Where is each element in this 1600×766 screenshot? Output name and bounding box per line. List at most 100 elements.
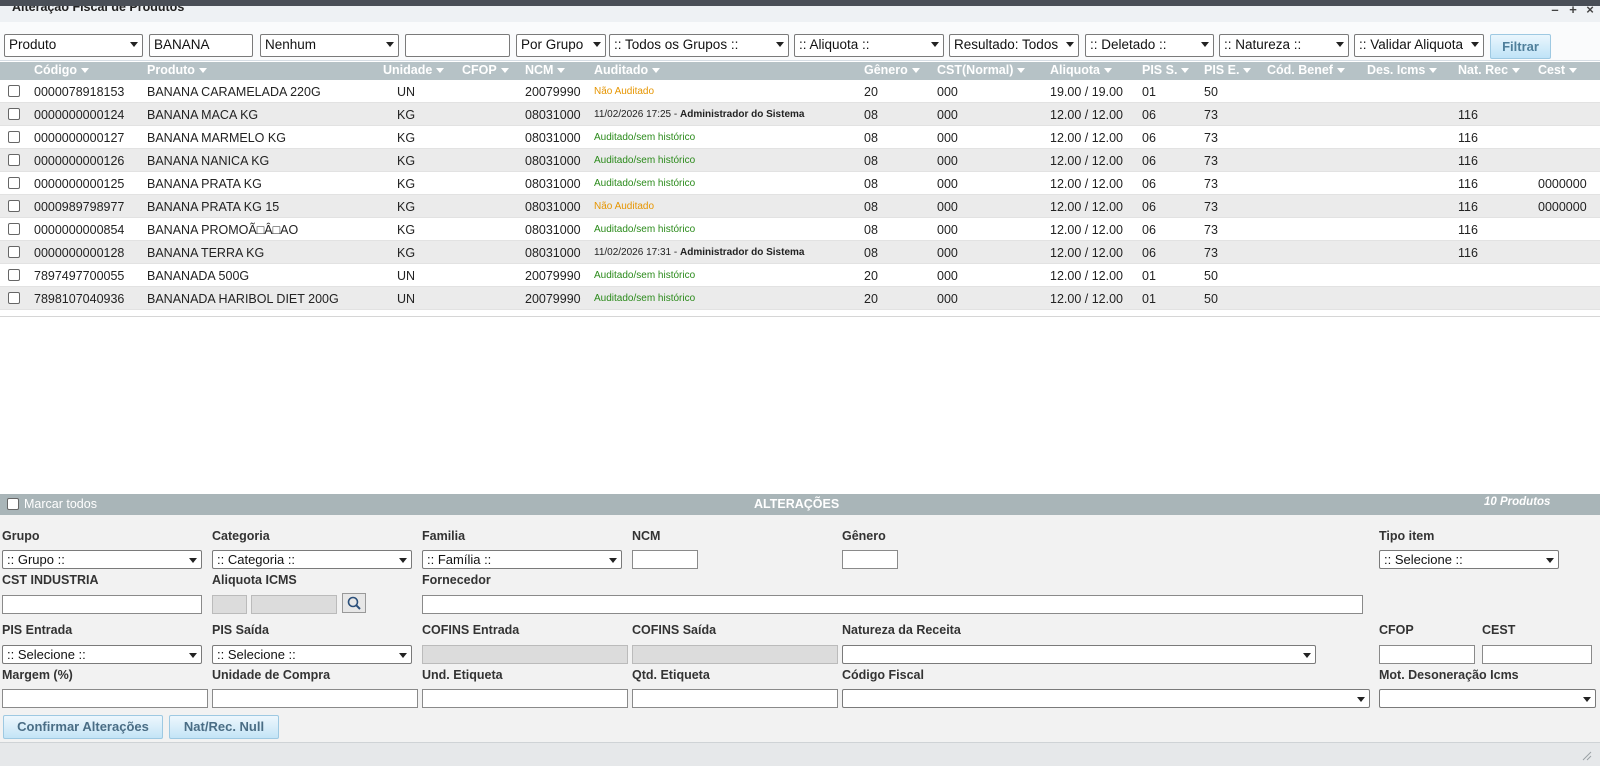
cell-auditado: Auditado/sem histórico <box>594 155 696 166</box>
col-ncm[interactable]: NCM <box>525 63 566 77</box>
cell-cst: 000 <box>937 154 958 168</box>
table-row[interactable]: 0000000000127 BANANA MARMELO KG KG 08031000… <box>0 126 1600 149</box>
cell-codigo: 0000000000128 <box>34 246 125 260</box>
row-checkbox[interactable] <box>8 246 20 258</box>
grupo-select[interactable]: :: Grupo :: <box>2 550 202 569</box>
close-icon[interactable]: × <box>1583 6 1597 17</box>
table-row[interactable]: 0000000000124 BANANA MACA KG KG 08031000 08 0… <box>0 103 1600 126</box>
cfop-input[interactable] <box>1379 645 1475 664</box>
col-cfop[interactable]: CFOP <box>462 63 509 77</box>
col-label: PIS E. <box>1204 63 1240 77</box>
chevron-down-icon <box>593 42 601 47</box>
natrec-null-button[interactable]: Nat/Rec. Null <box>169 715 279 739</box>
col-pis-s[interactable]: PIS S. <box>1142 63 1190 77</box>
cst-industria-input[interactable] <box>2 595 202 614</box>
categoria-select[interactable]: :: Categoria :: <box>212 550 412 569</box>
resize-grip-icon[interactable] <box>1580 749 1592 761</box>
aliquota-select[interactable]: :: Aliquota :: <box>794 34 944 57</box>
sort-down-icon <box>436 68 445 74</box>
mot-desoneracao-select[interactable] <box>1379 689 1596 708</box>
sort-down-icon <box>1336 68 1345 74</box>
cell-pis-s: 06 <box>1142 223 1156 237</box>
col-des-icms[interactable]: Des. Icms <box>1367 63 1438 77</box>
row-checkbox[interactable] <box>8 108 20 120</box>
col-codigo[interactable]: Código <box>34 63 90 77</box>
row-checkbox[interactable] <box>8 292 20 304</box>
col-unidade[interactable]: Unidade <box>383 63 445 77</box>
natureza-receita-select[interactable] <box>842 645 1316 664</box>
table-row[interactable]: 0000000000126 BANANA NANICA KG KG 08031000 0… <box>0 149 1600 172</box>
col-aliquota[interactable]: Aliquota <box>1050 63 1112 77</box>
genero-input[interactable] <box>842 550 898 569</box>
col-produto[interactable]: Produto <box>147 63 207 77</box>
row-checkbox[interactable] <box>8 131 20 143</box>
col-cest[interactable]: Cest <box>1538 63 1578 77</box>
cell-nat-rec: 116 <box>1458 131 1478 145</box>
cell-ncm: 20079990 <box>525 292 581 306</box>
cell-unidade: KG <box>397 108 416 122</box>
unidade-compra-input[interactable] <box>212 689 418 708</box>
col-nat-rec[interactable]: Nat. Rec <box>1458 63 1521 77</box>
minimize-icon[interactable]: – <box>1548 6 1562 17</box>
row-checkbox[interactable] <box>8 200 20 212</box>
ncm-input[interactable] <box>632 550 698 569</box>
codigo-fiscal-label: Código Fiscal <box>842 668 924 682</box>
cest-input[interactable] <box>1482 645 1592 664</box>
row-checkbox[interactable] <box>8 154 20 166</box>
pis-saida-select[interactable]: :: Selecione :: <box>212 645 412 664</box>
validar-aliquota-select[interactable]: :: Validar Aliquota <box>1354 34 1484 57</box>
sort-down-icon <box>500 68 509 74</box>
margem-input[interactable] <box>2 689 208 708</box>
col-cod-benef[interactable]: Cód. Benef <box>1267 63 1345 77</box>
cell-auditado: Auditado/sem histórico <box>594 132 696 143</box>
und-etiqueta-input[interactable] <box>422 689 628 708</box>
pis-entrada-select[interactable]: :: Selecione :: <box>2 645 202 664</box>
cell-pis-s: 01 <box>1142 292 1156 306</box>
row-checkbox[interactable] <box>8 177 20 189</box>
extra-text-input[interactable] <box>405 34 510 57</box>
aliquota-search-button[interactable] <box>342 593 366 613</box>
col-auditado[interactable]: Auditado <box>594 63 661 77</box>
search-by-select[interactable]: Produto <box>4 34 143 57</box>
margem-label: Margem (%) <box>2 668 73 682</box>
col-cst[interactable]: CST(Normal) <box>937 63 1026 77</box>
group-mode-select[interactable]: Por Grupo <box>516 34 606 57</box>
filter-button[interactable]: Filtrar <box>1490 34 1551 59</box>
table-row[interactable]: 7897497700055 BANANADA 500G UN 20079990 20 00… <box>0 264 1600 287</box>
codigo-fiscal-select[interactable] <box>842 689 1370 708</box>
fornecedor-input[interactable] <box>422 595 1363 614</box>
row-checkbox[interactable] <box>8 223 20 235</box>
table-row[interactable]: 0000000000854 BANANA PROMOÃ□Â□AO KG 0803100… <box>0 218 1600 241</box>
table-row[interactable]: 7898107040936 BANANADA HARIBOL DIET 200G U… <box>0 287 1600 310</box>
cell-pis-s: 06 <box>1142 154 1156 168</box>
familia-select[interactable]: :: Família :: <box>422 550 622 569</box>
table-row[interactable]: 0000989798977 BANANA PRATA KG 15 KG 0803100… <box>0 195 1600 218</box>
cell-aliquota: 19.00 / 19.00 <box>1050 85 1123 99</box>
cell-aliquota: 12.00 / 12.00 <box>1050 131 1123 145</box>
resultado-select[interactable]: Resultado: Todos <box>949 34 1079 57</box>
table-row[interactable]: 0000000000125 BANANA PRATA KG KG 08031000 08… <box>0 172 1600 195</box>
cell-auditado: Não Auditado <box>594 86 655 97</box>
table-row[interactable]: 0000078918153 BANANA CARAMELADA 220G UN 200… <box>0 80 1600 103</box>
row-checkbox[interactable] <box>8 269 20 281</box>
select-all-checkbox[interactable] <box>7 498 19 510</box>
aliquota-value: :: Aliquota :: <box>799 37 870 52</box>
qtd-etiqueta-input[interactable] <box>632 689 838 708</box>
cell-unidade: KG <box>397 154 416 168</box>
natureza-select[interactable]: :: Natureza :: <box>1219 34 1349 57</box>
row-checkbox[interactable] <box>8 85 20 97</box>
col-pis-e[interactable]: PIS E. <box>1204 63 1252 77</box>
col-genero[interactable]: Gênero <box>864 63 920 77</box>
maximize-icon[interactable]: + <box>1566 6 1580 17</box>
confirm-changes-button[interactable]: Confirmar Alterações <box>3 715 163 739</box>
sort-down-icon <box>1429 68 1438 74</box>
tipo-item-select[interactable]: :: Selecione :: <box>1379 550 1559 569</box>
deletado-select[interactable]: :: Deletado :: <box>1085 34 1214 57</box>
group-select[interactable]: :: Todos os Grupos :: <box>609 34 789 57</box>
table-row[interactable]: 0000000000128 BANANA TERRA KG KG 08031000 08… <box>0 241 1600 264</box>
cell-produto: BANANADA HARIBOL DIET 200G <box>147 292 339 306</box>
search-input[interactable]: BANANA <box>149 34 253 57</box>
cell-produto: BANANA MARMELO KG <box>147 131 286 145</box>
option-select[interactable]: Nenhum <box>260 34 399 57</box>
cell-genero: 08 <box>864 177 878 191</box>
